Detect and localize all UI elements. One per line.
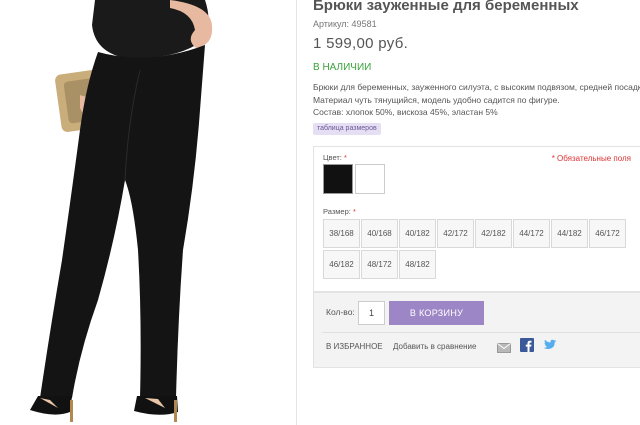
add-to-cart-button[interactable]: В КОРЗИНУ bbox=[389, 301, 484, 325]
size-option[interactable]: 38/168 bbox=[323, 219, 360, 248]
product-title: Брюки зауженные для беременных bbox=[313, 0, 579, 14]
cart-panel: Кол-во: 1 В КОРЗИНУ В ИЗБРАННОЕ Добавить… bbox=[313, 292, 640, 368]
size-option[interactable]: 44/182 bbox=[551, 219, 588, 248]
color-swatch-black[interactable] bbox=[323, 164, 353, 194]
size-option[interactable]: 42/172 bbox=[437, 219, 474, 248]
quantity-label: Кол-во: bbox=[326, 307, 355, 317]
size-table-link[interactable]: таблица размеров bbox=[313, 123, 381, 135]
size-option[interactable]: 40/182 bbox=[399, 219, 436, 248]
add-to-compare-link[interactable]: Добавить в сравнение bbox=[393, 342, 476, 351]
twitter-icon[interactable] bbox=[543, 338, 557, 357]
required-fields-note: * Обязательные поля bbox=[551, 154, 631, 163]
mail-icon[interactable] bbox=[497, 340, 511, 358]
size-label: Размер: * bbox=[323, 207, 356, 216]
color-label: Цвет: * bbox=[323, 153, 347, 162]
facebook-icon[interactable] bbox=[520, 338, 534, 357]
size-option[interactable]: 44/172 bbox=[513, 219, 550, 248]
model-illustration bbox=[30, 0, 213, 422]
size-label-text: Размер: bbox=[323, 207, 351, 216]
size-option[interactable]: 48/172 bbox=[361, 250, 398, 279]
cart-divider bbox=[322, 332, 640, 333]
required-star: * bbox=[343, 153, 347, 162]
add-to-favorites-link[interactable]: В ИЗБРАННОЕ bbox=[326, 342, 383, 351]
product-price: 1 599,00 руб. bbox=[313, 35, 409, 52]
quantity-input[interactable]: 1 bbox=[358, 301, 385, 325]
size-option[interactable]: 46/182 bbox=[323, 250, 360, 279]
required-star: * bbox=[352, 207, 356, 216]
description-line: Брюки для беременных, зауженного силуэта… bbox=[313, 82, 640, 92]
description-line: Материал чуть тянущийся, модель удобно с… bbox=[313, 94, 560, 105]
column-divider bbox=[296, 0, 297, 425]
size-option[interactable]: 42/182 bbox=[475, 219, 512, 248]
options-panel: Цвет: * * Обязательные поля Размер: * 38… bbox=[313, 146, 640, 292]
description-line: Состав: хлопок 50%, вискоза 45%, эластан… bbox=[313, 107, 498, 117]
stock-status: В НАЛИЧИИ bbox=[313, 62, 372, 73]
color-swatch-white[interactable] bbox=[355, 164, 385, 194]
size-option[interactable]: 46/172 bbox=[589, 219, 626, 248]
size-option[interactable]: 48/182 bbox=[399, 250, 436, 279]
color-label-text: Цвет: bbox=[323, 153, 342, 162]
size-option[interactable]: 40/168 bbox=[361, 219, 398, 248]
product-description: Брюки для беременных, зауженного силуэта… bbox=[313, 81, 640, 119]
product-sku: Артикул: 49581 bbox=[313, 19, 377, 29]
product-photo[interactable] bbox=[0, 0, 296, 425]
